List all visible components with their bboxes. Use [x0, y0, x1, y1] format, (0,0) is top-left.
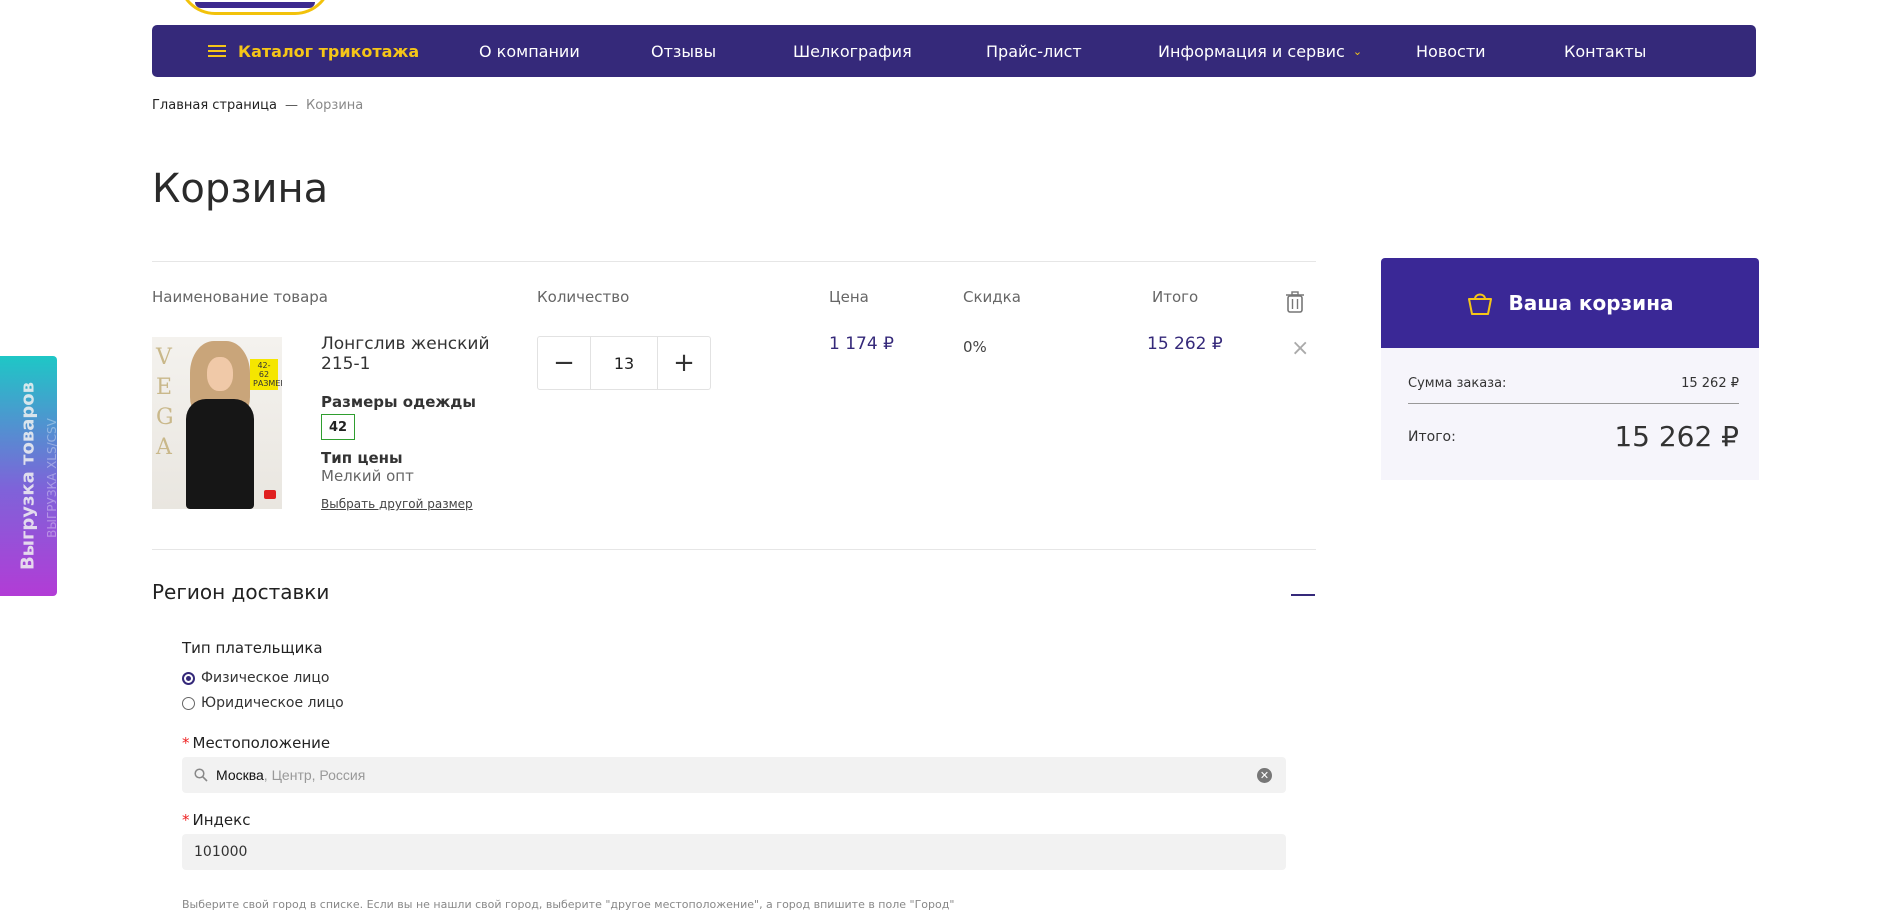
location-label: * Местоположение — [182, 734, 330, 752]
cart-total-row: Итого: 15 262 ₽ — [1408, 420, 1739, 453]
size-badge: 42 — [321, 414, 355, 440]
breadcrumb: Главная страница — Корзина — [152, 98, 363, 113]
order-sum-label: Сумма заказа: — [1408, 376, 1507, 391]
collapse-icon[interactable] — [1291, 594, 1315, 596]
divider — [152, 261, 1316, 262]
main-nav: Каталог трикотажа О компании Отзывы Шелк… — [152, 25, 1756, 77]
nav-item-contacts[interactable]: Контакты — [1564, 25, 1646, 77]
product-image[interactable]: V E G A 42-62 РАЗМЕРЫ — [152, 337, 282, 509]
nav-item-label: Контакты — [1564, 41, 1647, 61]
item-price: 1 174 ₽ — [829, 334, 894, 354]
cart-summary-body: Сумма заказа: 15 262 ₽ Итого: 15 262 ₽ — [1381, 348, 1759, 480]
chevron-down-icon: ⌄ — [1352, 44, 1363, 58]
breadcrumb-separator: — — [285, 98, 298, 113]
column-header-qty: Количество — [537, 288, 630, 306]
item-discount: 0% — [963, 338, 987, 356]
product-name[interactable]: Лонгслив женский 215-1 — [321, 334, 521, 374]
trash-icon[interactable] — [1286, 291, 1304, 313]
cart-summary-title: Ваша корзина — [1508, 291, 1674, 315]
basket-icon — [1468, 293, 1493, 315]
nav-item-reviews[interactable]: Отзывы — [651, 25, 716, 77]
logo[interactable] — [178, 0, 332, 15]
cart-total-value: 15 262 ₽ — [1614, 420, 1739, 453]
export-products-sublabel: ВЫГРУЗКА XLS/CSV — [45, 418, 59, 538]
location-label-text: Местоположение — [192, 734, 331, 752]
nav-item-label: Новости — [1416, 41, 1486, 61]
cart-total-label: Итого: — [1408, 428, 1456, 445]
sizes-label: Размеры одежды — [321, 393, 476, 411]
breadcrumb-current: Корзина — [306, 98, 364, 113]
quantity-stepper: − 13 + — [537, 336, 711, 390]
menu-icon — [208, 45, 226, 57]
delivery-region-title[interactable]: Регион доставки — [152, 580, 329, 604]
decrease-qty-button[interactable]: − — [538, 337, 590, 389]
breadcrumb-home[interactable]: Главная страница — [152, 98, 277, 113]
nav-item-info-service[interactable]: Информация и сервис ⌄ — [1158, 25, 1362, 77]
index-input[interactable]: 101000 — [182, 834, 1286, 870]
column-header-discount: Скидка — [963, 288, 1021, 306]
index-label: * Индекс — [182, 811, 250, 829]
index-label-text: Индекс — [192, 811, 251, 829]
size-range-badge: 42-62 РАЗМЕРЫ — [250, 359, 282, 390]
column-header-price: Цена — [829, 288, 869, 306]
payer-option-individual[interactable]: Физическое лицо — [182, 670, 330, 686]
nav-item-price-list[interactable]: Прайс-лист — [986, 25, 1082, 77]
video-icon[interactable] — [264, 490, 276, 499]
location-hint: Выберите свой город в списке. Если вы не… — [182, 898, 955, 911]
nav-item-label: Прайс-лист — [986, 41, 1082, 61]
price-type-label: Тип цены — [321, 449, 403, 467]
export-products-tab[interactable]: Выгрузка товаров ВЫГРУЗКА XLS/CSV — [0, 356, 59, 596]
column-header-name: Наименование товара — [152, 288, 328, 306]
product-image-garment — [186, 399, 254, 509]
location-rest: , Центр, Россия — [263, 767, 366, 783]
location-city: Москва — [216, 767, 264, 783]
payer-option-label: Физическое лицо — [201, 670, 330, 686]
quantity-input[interactable]: 13 — [590, 337, 658, 389]
payer-type-label: Тип плательщика — [182, 639, 323, 657]
cart-summary-header: Ваша корзина — [1381, 258, 1759, 348]
nav-catalog-label: Каталог трикотажа — [238, 41, 420, 61]
nav-item-label: О компании — [479, 41, 580, 61]
nav-item-label: Отзывы — [651, 41, 717, 61]
clear-icon[interactable]: ✕ — [1257, 767, 1272, 783]
nav-catalog[interactable]: Каталог трикотажа — [208, 25, 419, 77]
nav-item-screen-printing[interactable]: Шелкография — [793, 25, 912, 77]
radio-unchecked[interactable] — [182, 696, 195, 710]
close-icon[interactable]: × — [1291, 338, 1309, 360]
nav-item-news[interactable]: Новости — [1416, 25, 1486, 77]
order-sum-row: Сумма заказа: 15 262 ₽ — [1408, 376, 1739, 391]
page-title: Корзина — [152, 166, 329, 212]
export-products-label: Выгрузка товаров — [17, 381, 39, 571]
required-mark: * — [182, 811, 190, 829]
location-input[interactable]: Москва, Центр, Россия ✕ — [182, 757, 1286, 793]
required-mark: * — [182, 734, 190, 752]
payer-option-label: Юридическое лицо — [201, 695, 344, 711]
column-header-total: Итого — [1152, 288, 1199, 306]
order-sum-value: 15 262 ₽ — [1681, 376, 1739, 391]
increase-qty-button[interactable]: + — [658, 337, 710, 389]
nav-item-label: Информация и сервис — [1158, 41, 1345, 61]
radio-checked[interactable] — [182, 671, 195, 685]
choose-other-size-link[interactable]: Выбрать другой размер — [321, 497, 473, 511]
search-icon — [194, 768, 208, 782]
item-total: 15 262 ₽ — [1147, 334, 1223, 354]
divider — [152, 549, 1316, 550]
product-image-brand: V E G A — [156, 345, 174, 460]
nav-item-label: Шелкография — [793, 41, 912, 61]
divider — [1408, 403, 1739, 404]
payer-option-legal[interactable]: Юридическое лицо — [182, 695, 344, 711]
nav-item-about[interactable]: О компании — [479, 25, 580, 77]
product-image-face — [207, 357, 233, 391]
price-type-value: Мелкий опт — [321, 467, 414, 485]
